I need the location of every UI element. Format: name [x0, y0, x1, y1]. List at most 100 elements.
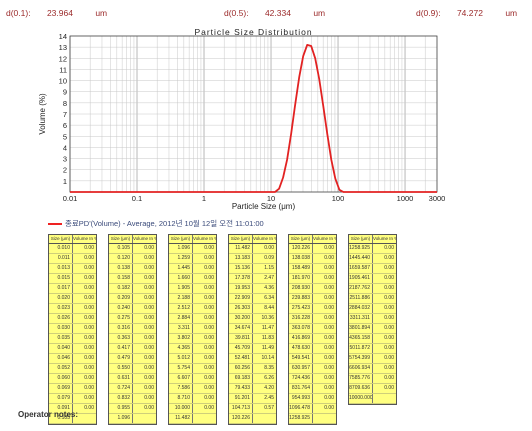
table-row: 630.957 0.00 [289, 364, 336, 374]
volume-cell: 0.00 [324, 395, 334, 401]
size-cell: 15.136 [229, 264, 253, 273]
size-cell: 69.183 [229, 374, 253, 383]
volume-cell: 8.35 [264, 365, 274, 371]
volume-cell: 0.00 [324, 345, 334, 351]
size-cell: 831.764 [289, 384, 313, 393]
table-row: 6606.934 0.00 [349, 364, 396, 374]
size-cell: 478.630 [289, 344, 313, 353]
volume-cell: 0.00 [84, 355, 94, 361]
size-cell: 3311.311 [349, 314, 373, 323]
table-row: 3.311 0.00 [169, 324, 216, 334]
table-row: 1258.925 0.00 [349, 244, 396, 254]
size-cell: 1.905 [169, 284, 193, 293]
size-cell: 0.046 [49, 354, 73, 363]
results-table-1: Size (μm) Volume In % 0.010 0.00 0.011 0.00 0.… [48, 234, 97, 425]
table-row: 5.754 0.00 [169, 364, 216, 374]
table-row: 11.482 0.00 [229, 244, 276, 254]
volume-cell: 0.00 [144, 385, 154, 391]
size-cell: 416.869 [289, 334, 313, 343]
d01-stat: d(0.1): 23.964 um [6, 8, 107, 18]
volume-cell: 6.26 [264, 375, 274, 381]
table-header: Size (μm) Volume In % [289, 235, 336, 244]
volume-cell: 0.00 [324, 295, 334, 301]
table-row: 0.832 0.00 [109, 394, 156, 404]
size-cell: 26.303 [229, 304, 253, 313]
volume-cell: 0.00 [384, 295, 394, 301]
table-row: 0.013 0.00 [49, 264, 96, 274]
size-cell: 724.436 [289, 374, 313, 383]
table-row: 17.378 2.47 [229, 274, 276, 284]
table-row: 1.259 0.00 [169, 254, 216, 264]
size-cell: 2187.762 [349, 284, 373, 293]
table-row: 5011.872 0.00 [349, 344, 396, 354]
y-tick-label: 12 [59, 54, 67, 63]
size-cell: 549.541 [289, 354, 313, 363]
size-cell: 10.000 [169, 404, 193, 413]
volume-cell: 0.00 [324, 275, 334, 281]
volume-cell: 0.00 [204, 305, 214, 311]
size-cell: 0.017 [49, 284, 73, 293]
volume-cell: 0.00 [384, 275, 394, 281]
table-header-size: Size (μm) [289, 235, 313, 243]
table-row: 0.724 0.00 [109, 384, 156, 394]
table-row: 0.182 0.00 [109, 284, 156, 294]
d09-label: d(0.9): [416, 8, 441, 18]
volume-cell: 0.00 [84, 375, 94, 381]
chart-grid [69, 35, 438, 193]
table-header: Size (μm) Volume In % [109, 235, 156, 244]
results-table-3: Size (μm) Volume In % 1.096 0.00 1.259 0.00 1.… [168, 234, 217, 425]
volume-cell: 0.00 [84, 245, 94, 251]
d05-value: 42.334 [264, 8, 291, 18]
volume-cell: 4.36 [264, 285, 274, 291]
size-cell: 104.713 [229, 404, 253, 413]
volume-cell: 0.00 [144, 345, 154, 351]
volume-cell: 0.00 [204, 295, 214, 301]
size-cell: 8709.636 [349, 384, 373, 393]
volume-cell: 0.00 [384, 365, 394, 371]
table-row: 1445.440 0.00 [349, 254, 396, 264]
table-header-size: Size (μm) [169, 235, 193, 243]
table-row: 91.201 2.45 [229, 394, 276, 404]
size-cell: 239.883 [289, 294, 313, 303]
volume-cell: 0.00 [84, 265, 94, 271]
size-cell: 5.012 [169, 354, 193, 363]
table-row: 0.030 0.00 [49, 324, 96, 334]
y-tick-label: 4 [63, 143, 67, 152]
volume-cell: 0.00 [144, 405, 154, 411]
volume-cell: 1.15 [264, 265, 274, 271]
table-row: 104.713 0.57 [229, 404, 276, 414]
x-tick-label: 0.01 [63, 194, 78, 203]
volume-cell: 0.57 [264, 405, 274, 411]
chart-title: Particle Size Distribution [194, 27, 312, 37]
table-row: 0.060 0.00 [49, 374, 96, 384]
table-row: 2187.762 0.00 [349, 284, 396, 294]
volume-cell [313, 414, 336, 423]
table-row: 275.423 0.00 [289, 304, 336, 314]
size-cell: 0.052 [49, 364, 73, 373]
volume-cell: 0.09 [264, 255, 274, 261]
size-cell: 0.417 [109, 344, 133, 353]
volume-cell [373, 394, 396, 403]
table-row: 724.436 0.00 [289, 374, 336, 384]
volume-cell: 0.00 [84, 255, 94, 261]
size-cell: 0.550 [109, 364, 133, 373]
statistics-bar: d(0.1): 23.964 um d(0.5): 42.334 um d(0.… [0, 8, 532, 22]
table-row: 45.709 11.49 [229, 344, 276, 354]
size-cell: 1.660 [169, 274, 193, 283]
table-row: 0.069 0.00 [49, 384, 96, 394]
table-row: 2.884 0.00 [169, 314, 216, 324]
table-row: 0.209 0.00 [109, 294, 156, 304]
volume-cell: 0.00 [84, 385, 94, 391]
table-row: 4.365 0.00 [169, 344, 216, 354]
volume-cell: 0.00 [204, 275, 214, 281]
table-header-size: Size (μm) [109, 235, 133, 243]
size-cell: 0.040 [49, 344, 73, 353]
table-row: 0.158 0.00 [109, 274, 156, 284]
size-cell: 181.970 [289, 274, 313, 283]
table-row: 0.035 0.00 [49, 334, 96, 344]
table-header: Size (μm) Volume In % [349, 235, 396, 244]
table-header-volume: Volume In % [193, 236, 216, 241]
size-cell: 52.481 [229, 354, 253, 363]
size-cell: 0.479 [109, 354, 133, 363]
volume-cell: 0.00 [384, 385, 394, 391]
